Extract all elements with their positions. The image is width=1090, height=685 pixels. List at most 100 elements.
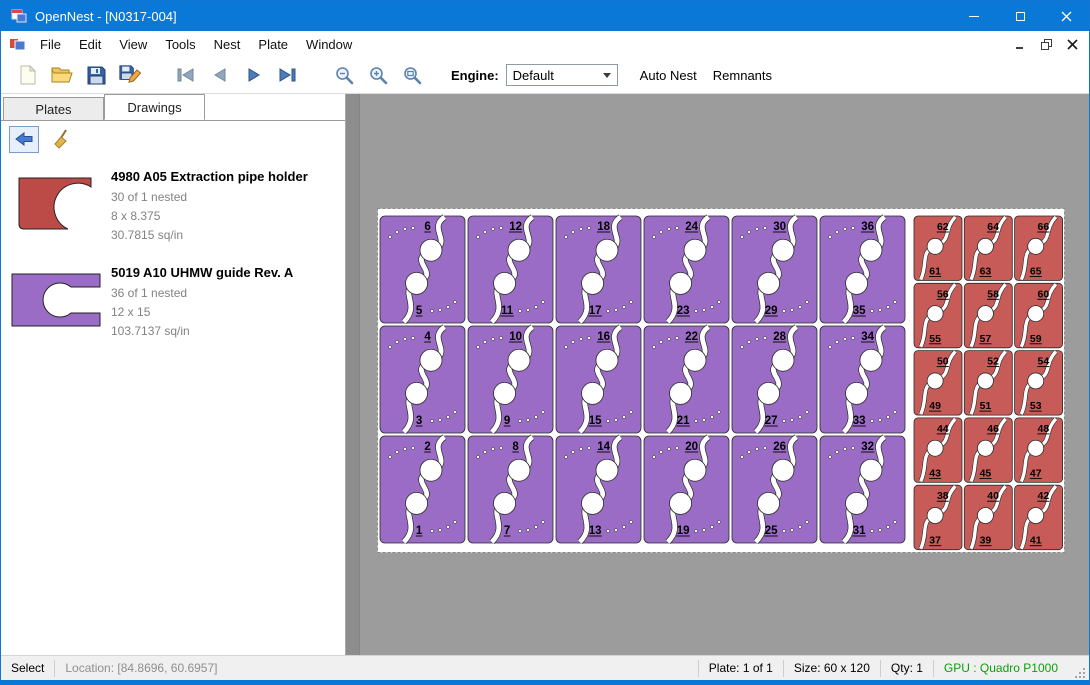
engine-select[interactable]: Default bbox=[506, 64, 618, 86]
svg-text:31: 31 bbox=[853, 525, 866, 537]
mdi-minimize-button[interactable] bbox=[1011, 36, 1029, 52]
menu-tools[interactable]: Tools bbox=[156, 31, 204, 57]
svg-text:42: 42 bbox=[1038, 490, 1050, 502]
zoom-fit-button[interactable] bbox=[395, 60, 429, 90]
svg-text:65: 65 bbox=[1030, 266, 1042, 278]
nest-plate[interactable]: 6512111817242330293635431091615222128273… bbox=[377, 208, 1065, 553]
part-area: 30.7815 sq/in bbox=[111, 226, 308, 245]
menu-window[interactable]: Window bbox=[297, 31, 361, 57]
part-thumbnail bbox=[1, 163, 111, 245]
mdi-minimize-icon bbox=[1015, 39, 1025, 50]
maximize-icon bbox=[1016, 12, 1025, 21]
svg-text:12: 12 bbox=[509, 221, 522, 233]
close-button[interactable] bbox=[1043, 1, 1089, 31]
minimize-icon bbox=[969, 16, 979, 17]
maximize-button[interactable] bbox=[997, 1, 1043, 31]
auto-nest-button[interactable]: Auto Nest bbox=[632, 62, 705, 88]
part-thumbnail bbox=[1, 259, 111, 341]
svg-text:56: 56 bbox=[937, 288, 949, 300]
menu-plate[interactable]: Plate bbox=[249, 31, 297, 57]
next-plate-icon bbox=[247, 68, 261, 82]
mdi-close-icon bbox=[1067, 39, 1078, 50]
main-toolbar: Engine: Default Auto Nest Remnants bbox=[1, 57, 1089, 94]
part-size: 12 x 15 bbox=[111, 303, 293, 322]
minimize-button[interactable] bbox=[951, 1, 997, 31]
zoom-in-icon bbox=[368, 65, 388, 85]
svg-text:23: 23 bbox=[677, 305, 690, 317]
new-button[interactable] bbox=[11, 60, 45, 90]
svg-text:44: 44 bbox=[937, 423, 949, 435]
svg-text:21: 21 bbox=[677, 415, 690, 427]
svg-text:35: 35 bbox=[853, 305, 866, 317]
save-as-button[interactable] bbox=[113, 60, 147, 90]
svg-text:59: 59 bbox=[1030, 333, 1042, 345]
status-plate: Plate: 1 of 1 bbox=[699, 661, 783, 675]
svg-text:60: 60 bbox=[1038, 288, 1050, 300]
mdi-restore-button[interactable] bbox=[1037, 36, 1055, 52]
status-location: Location: [84.8696, 60.6957] bbox=[55, 661, 227, 675]
previous-plate-button[interactable] bbox=[203, 60, 237, 90]
last-plate-icon bbox=[279, 68, 297, 82]
sidebar: Plates Drawings bbox=[1, 94, 346, 655]
svg-text:33: 33 bbox=[853, 415, 866, 427]
panel-splitter[interactable] bbox=[346, 94, 360, 655]
menu-file[interactable]: File bbox=[31, 31, 70, 57]
svg-text:11: 11 bbox=[501, 305, 514, 317]
svg-text:5: 5 bbox=[416, 305, 423, 317]
first-plate-button[interactable] bbox=[169, 60, 203, 90]
status-size: Size: 60 x 120 bbox=[784, 661, 880, 675]
zoom-out-button[interactable] bbox=[327, 60, 361, 90]
svg-text:30: 30 bbox=[773, 221, 786, 233]
svg-text:53: 53 bbox=[1030, 400, 1042, 412]
title-bar: OpenNest - [N0317-004] bbox=[1, 1, 1089, 31]
menu-view[interactable]: View bbox=[110, 31, 156, 57]
list-item[interactable]: 5019 A10 UHMW guide Rev. A 36 of 1 neste… bbox=[1, 253, 345, 349]
last-plate-button[interactable] bbox=[271, 60, 305, 90]
svg-text:27: 27 bbox=[765, 415, 778, 427]
svg-text:10: 10 bbox=[509, 331, 522, 343]
part-nested: 36 of 1 nested bbox=[111, 284, 293, 303]
menu-nest[interactable]: Nest bbox=[205, 31, 250, 57]
svg-text:36: 36 bbox=[861, 221, 874, 233]
svg-text:45: 45 bbox=[980, 467, 992, 479]
svg-text:4: 4 bbox=[424, 331, 431, 343]
svg-text:54: 54 bbox=[1038, 356, 1050, 368]
import-drawing-button[interactable] bbox=[9, 126, 39, 153]
list-item[interactable]: 4980 A05 Extraction pipe holder 30 of 1 … bbox=[1, 157, 345, 253]
tab-plates[interactable]: Plates bbox=[3, 97, 104, 120]
clear-drawings-button[interactable] bbox=[47, 126, 77, 153]
part-area: 103.7137 sq/in bbox=[111, 322, 293, 341]
zoom-in-button[interactable] bbox=[361, 60, 395, 90]
engine-value: Default bbox=[513, 68, 554, 83]
svg-text:50: 50 bbox=[937, 356, 949, 368]
broom-icon bbox=[52, 129, 72, 149]
remnants-button[interactable]: Remnants bbox=[705, 62, 780, 88]
nest-canvas[interactable]: 6512111817242330293635431091615222128273… bbox=[346, 94, 1089, 655]
svg-text:43: 43 bbox=[929, 467, 941, 479]
next-plate-button[interactable] bbox=[237, 60, 271, 90]
svg-text:24: 24 bbox=[685, 221, 698, 233]
first-plate-icon bbox=[177, 68, 195, 82]
svg-text:7: 7 bbox=[504, 525, 510, 537]
svg-text:14: 14 bbox=[597, 441, 610, 453]
engine-label: Engine: bbox=[451, 68, 499, 83]
svg-text:55: 55 bbox=[929, 333, 941, 345]
menu-edit[interactable]: Edit bbox=[70, 31, 110, 57]
save-button[interactable] bbox=[79, 60, 113, 90]
svg-text:61: 61 bbox=[929, 266, 941, 278]
mdi-restore-icon bbox=[1041, 39, 1052, 50]
part-title: 4980 A05 Extraction pipe holder bbox=[111, 167, 308, 186]
mdi-close-button[interactable] bbox=[1063, 36, 1081, 52]
svg-text:58: 58 bbox=[987, 288, 999, 300]
tab-drawings[interactable]: Drawings bbox=[104, 94, 205, 120]
svg-text:48: 48 bbox=[1038, 423, 1050, 435]
svg-text:57: 57 bbox=[980, 333, 992, 345]
window-bottom-border bbox=[1, 680, 1089, 684]
svg-text:2: 2 bbox=[424, 441, 430, 453]
svg-text:66: 66 bbox=[1038, 221, 1050, 233]
zoom-out-icon bbox=[334, 65, 354, 85]
resize-grip[interactable] bbox=[1068, 656, 1089, 680]
svg-text:20: 20 bbox=[685, 441, 698, 453]
main-area: Plates Drawings bbox=[1, 94, 1089, 655]
open-button[interactable] bbox=[45, 60, 79, 90]
